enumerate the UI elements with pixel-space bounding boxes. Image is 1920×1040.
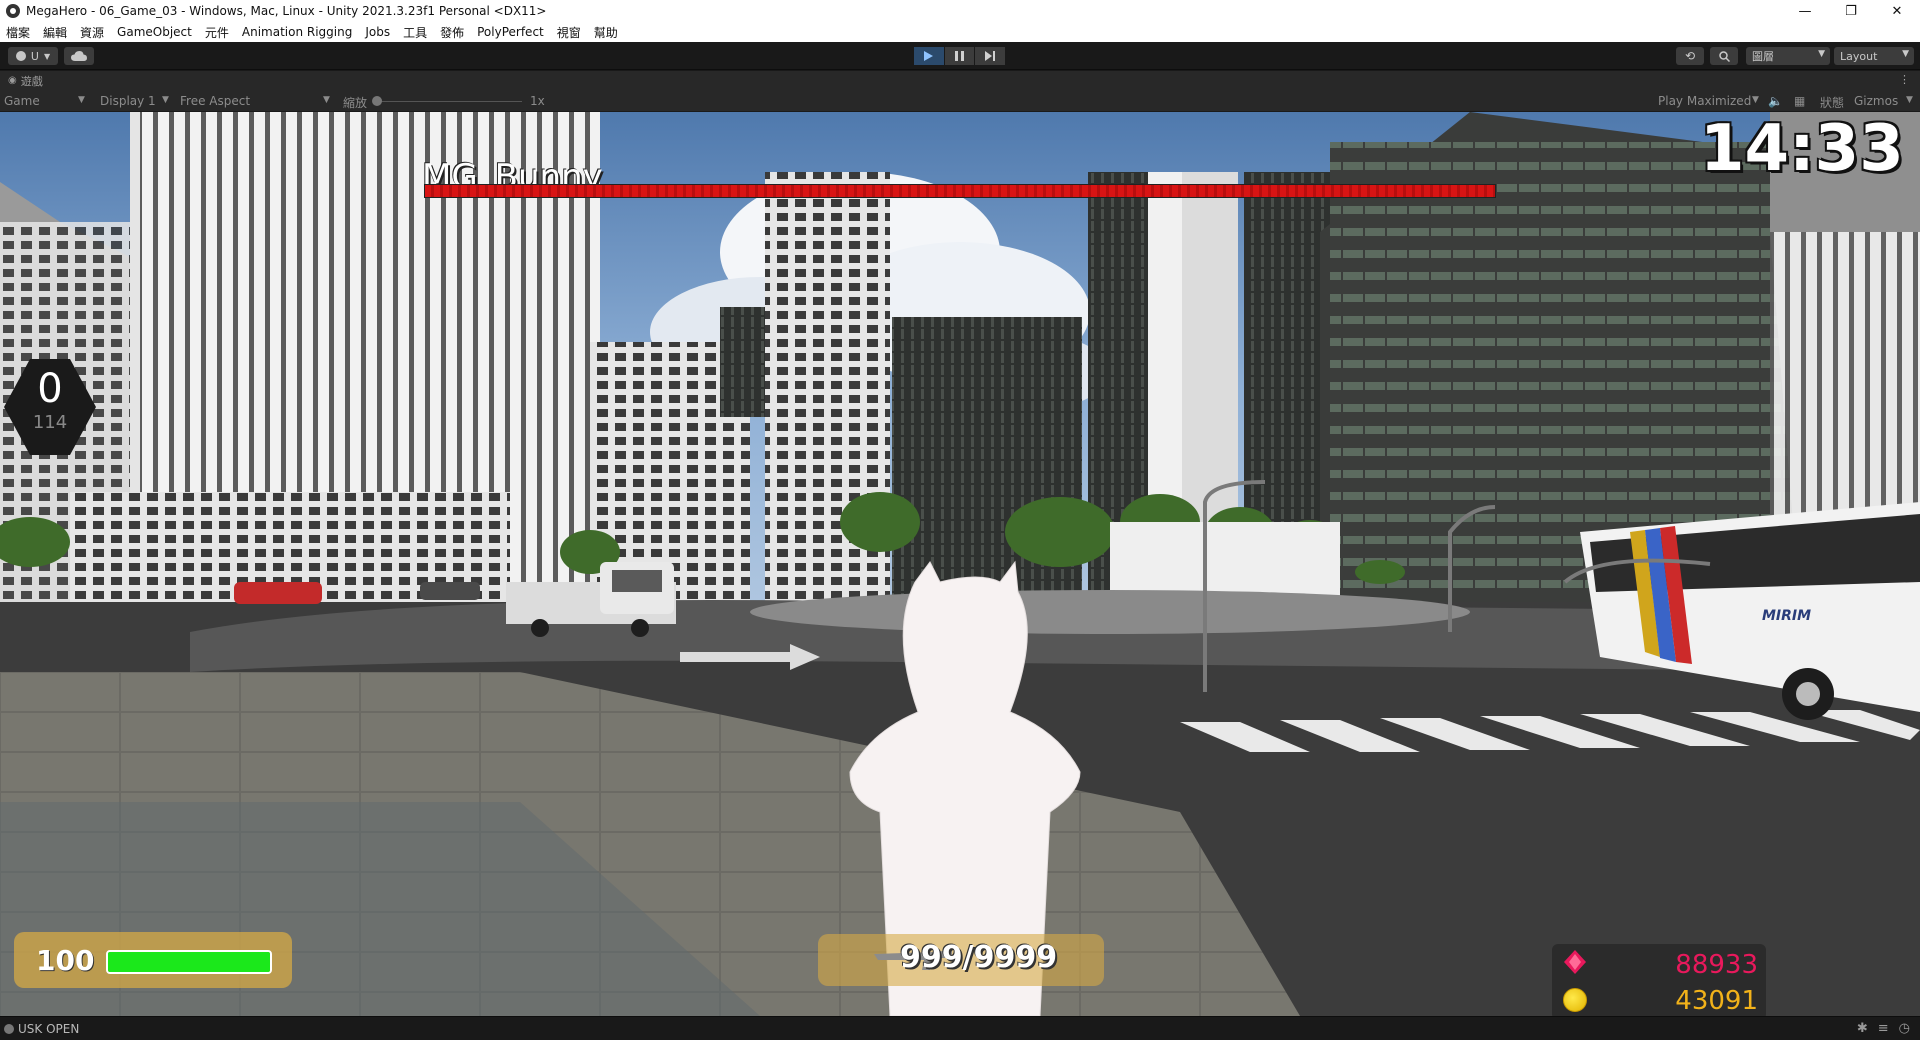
minimize-button[interactable]: — (1782, 0, 1828, 22)
step-button[interactable] (975, 47, 1006, 65)
scale-value: 1x (530, 94, 545, 108)
menu-window[interactable]: 視窗 (557, 24, 581, 41)
more-options-icon[interactable]: ⋮ (1899, 73, 1910, 86)
boss-health-bar-fill (425, 185, 1495, 197)
combo-subcount: 114 (32, 412, 68, 433)
window-titlebar: MegaHero - 06_Game_03 - Windows, Mac, Li… (0, 0, 1920, 22)
menu-tools[interactable]: 工具 (403, 24, 427, 41)
step-icon (985, 51, 996, 61)
layout-dropdown[interactable]: Layout ▼ (1834, 47, 1914, 65)
search-icon (1718, 50, 1730, 62)
chevron-down-icon: ▼ (1902, 49, 1909, 59)
play-controls (914, 47, 1006, 65)
cache-server-icon[interactable]: ≡ (1878, 1021, 1889, 1036)
bus-text: MIRIM (1762, 608, 1811, 624)
city-scene: MIRIM (0, 112, 1920, 1016)
game-viewport[interactable]: MIRIM MG_Bunny 14:33 0 114 100 999/9999 … (0, 112, 1920, 1016)
boss-health-bar (424, 184, 1496, 198)
info-icon (4, 1023, 14, 1034)
menu-assets[interactable]: 資源 (80, 24, 104, 41)
close-button[interactable]: ✕ (1874, 0, 1920, 22)
chevron-down-icon: ▼ (1818, 49, 1825, 59)
menu-animation-rigging[interactable]: Animation Rigging (242, 25, 352, 39)
player-hp-bar-fill (108, 952, 270, 972)
menu-gameobject[interactable]: GameObject (117, 25, 192, 39)
unity-logo-icon (6, 4, 20, 18)
history-icon: ⟲ (1684, 49, 1696, 63)
mute-audio-icon[interactable]: 🔈 (1768, 94, 1783, 108)
scale-slider-handle[interactable] (372, 96, 382, 106)
menu-edit[interactable]: 編輯 (43, 24, 67, 41)
match-timer: 14:33 (1700, 112, 1904, 186)
game-tab-header: ◉ 遊戲 ⋮ (0, 71, 1920, 90)
chevron-down-icon: ▼ (78, 95, 85, 105)
maximize-button[interactable]: ❐ (1828, 0, 1874, 22)
gem-icon (1564, 950, 1586, 974)
menu-bar: 檔案 編輯 資源 GameObject 元件 Animation Rigging… (0, 22, 1920, 42)
status-message[interactable]: USK OPEN (18, 1022, 79, 1036)
aspect-dropdown[interactable]: Free Aspect (180, 94, 250, 108)
chevron-down-icon: ▼ (323, 95, 330, 105)
player-hp-value: 100 (36, 944, 95, 977)
gem-count: 88933 (1675, 950, 1758, 980)
layers-dropdown[interactable]: 圖層 ▼ (1746, 47, 1830, 65)
account-dropdown[interactable]: U ▼ (8, 47, 58, 65)
display-dropdown[interactable]: Display 1 (100, 94, 156, 108)
pause-icon (955, 51, 964, 61)
scale-label: 縮放 (343, 96, 368, 110)
status-bar: USK OPEN ✱ ≡ ◷ (0, 1016, 1920, 1040)
gamepad-icon: ◉ (8, 75, 17, 86)
window-title: MegaHero - 06_Game_03 - Windows, Mac, Li… (26, 4, 547, 18)
window-controls: — ❐ ✕ (1782, 0, 1920, 22)
tab-game[interactable]: 遊戲 (21, 73, 43, 89)
chevron-down-icon: ▼ (1906, 95, 1913, 105)
layout-label: Layout (1840, 49, 1878, 63)
ammo-count: 999/9999 (900, 940, 1058, 975)
play-icon (924, 51, 934, 61)
undo-history-button[interactable]: ⟲ (1676, 47, 1704, 65)
menu-jobs[interactable]: Jobs (365, 25, 390, 39)
menu-component[interactable]: 元件 (205, 24, 229, 41)
status-icons: ✱ ≡ ◷ (1847, 1021, 1910, 1036)
cloud-button[interactable] (64, 47, 94, 65)
chevron-down-icon: ▼ (162, 95, 169, 105)
progress-check-icon[interactable]: ◷ (1899, 1021, 1910, 1036)
scale-slider-track[interactable] (376, 101, 522, 102)
play-mode-dropdown[interactable]: Play Maximized (1658, 94, 1751, 108)
game-view-options: Game ▼ Display 1 ▼ Free Aspect ▼ 縮放 1x P… (0, 90, 1920, 112)
gizmos-toggle[interactable]: Gizmos (1854, 94, 1898, 108)
chevron-down-icon: ▼ (1752, 95, 1759, 105)
cloud-icon (71, 51, 87, 61)
pause-button[interactable] (944, 47, 975, 65)
play-button[interactable] (914, 47, 944, 65)
account-icon (15, 51, 26, 61)
player-hp-bar (106, 950, 272, 974)
menu-polyperfect[interactable]: PolyPerfect (477, 25, 544, 39)
menu-file[interactable]: 檔案 (6, 24, 30, 41)
bug-icon[interactable]: ✱ (1857, 1021, 1868, 1036)
stats-toggle[interactable]: 狀態 (1820, 94, 1844, 111)
account-label: U (30, 49, 39, 63)
menu-help[interactable]: 幫助 (594, 24, 618, 41)
combo-count: 0 (37, 366, 63, 412)
menu-publish[interactable]: 發佈 (440, 24, 464, 41)
main-toolbar: U ▼ ⟲ 圖層 ▼ Layout ▼ (0, 42, 1920, 70)
search-button[interactable] (1710, 47, 1738, 65)
grid-icon[interactable]: ▦ (1794, 94, 1805, 108)
layers-label: 圖層 (1752, 50, 1774, 63)
coin-count: 43091 (1675, 986, 1758, 1016)
chevron-down-icon: ▼ (43, 51, 51, 61)
coin-icon (1563, 988, 1587, 1012)
display-mode-dropdown[interactable]: Game (4, 94, 40, 108)
